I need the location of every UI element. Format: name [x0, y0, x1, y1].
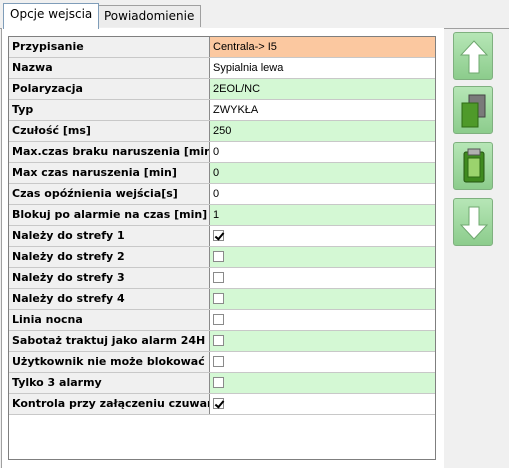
property-row[interactable]: Kontrola przy załączeniu czuwania — [9, 394, 435, 415]
property-checkbox-cell[interactable] — [210, 394, 435, 414]
property-label: Max.czas braku naruszenia [min] — [9, 142, 210, 162]
property-row[interactable]: Należy do strefy 1 — [9, 226, 435, 247]
checkbox[interactable] — [213, 377, 224, 388]
copy-icon — [461, 94, 486, 128]
property-checkbox-cell[interactable] — [210, 373, 435, 393]
property-row[interactable]: Tylko 3 alarmy — [9, 373, 435, 394]
property-checkbox-cell[interactable] — [210, 247, 435, 267]
property-label: Sabotaż traktuj jako alarm 24H — [9, 331, 210, 351]
property-row[interactable]: Polaryzacja 2EOL/NC — [9, 79, 435, 100]
tab-powiadomienie[interactable]: Powiadomienie — [97, 5, 202, 27]
property-label: Max czas naruszenia [min] — [9, 163, 210, 183]
property-label: Polaryzacja — [9, 79, 210, 99]
property-value[interactable]: 0 — [210, 163, 435, 183]
property-label: Typ — [9, 100, 210, 120]
property-checkbox-cell[interactable] — [210, 310, 435, 330]
checkbox[interactable] — [213, 356, 224, 367]
property-checkbox-cell[interactable] — [210, 289, 435, 309]
property-row[interactable]: Linia nocna — [9, 310, 435, 331]
property-value[interactable]: Sypialnia lewa — [210, 58, 435, 78]
property-row[interactable]: Należy do strefy 2 — [9, 247, 435, 268]
property-row[interactable]: Czas opóźnienia wejścia[s] 0 — [9, 184, 435, 205]
property-label: Należy do strefy 3 — [9, 268, 210, 288]
property-label: Nazwa — [9, 58, 210, 78]
property-value[interactable]: 2EOL/NC — [210, 79, 435, 99]
copy-button[interactable] — [453, 86, 493, 134]
arrow-up-icon — [459, 40, 489, 74]
property-label: Należy do strefy 1 — [9, 226, 210, 246]
paste-button[interactable] — [453, 142, 493, 190]
property-label: Użytkownik nie może blokować — [9, 352, 210, 372]
property-row[interactable]: Przypisanie Centrala-> I5 — [9, 37, 435, 58]
property-checkbox-cell[interactable] — [210, 331, 435, 351]
paste-icon — [463, 148, 485, 183]
property-grid: Przypisanie Centrala-> I5 Nazwa Sypialnia l… — [8, 36, 436, 460]
property-row[interactable]: Użytkownik nie może blokować — [9, 352, 435, 373]
property-label: Czułość [ms] — [9, 121, 210, 141]
property-value[interactable]: Centrala-> I5 — [210, 37, 435, 57]
tab-opcje-wejscia[interactable]: Opcje wejscia — [3, 3, 100, 29]
checkbox[interactable] — [213, 335, 224, 346]
property-label: Tylko 3 alarmy — [9, 373, 210, 393]
move-up-button[interactable] — [453, 32, 493, 80]
move-down-button[interactable] — [453, 198, 493, 246]
property-label: Czas opóźnienia wejścia[s] — [9, 184, 210, 204]
property-row[interactable]: Czułość [ms] 250 — [9, 121, 435, 142]
property-value[interactable]: 250 — [210, 121, 435, 141]
property-label: Kontrola przy załączeniu czuwania — [9, 394, 210, 414]
property-checkbox-cell[interactable] — [210, 226, 435, 246]
property-row[interactable]: Max.czas braku naruszenia [min] 0 — [9, 142, 435, 163]
property-checkbox-cell[interactable] — [210, 352, 435, 372]
property-value[interactable]: 1 — [210, 205, 435, 225]
checkbox[interactable] — [213, 314, 224, 325]
property-label: Blokuj po alarmie na czas [min] — [9, 205, 210, 225]
checkbox[interactable] — [213, 293, 224, 304]
checkbox[interactable] — [213, 230, 224, 241]
property-checkbox-cell[interactable] — [210, 268, 435, 288]
property-value[interactable]: 0 — [210, 184, 435, 204]
property-row[interactable]: Nazwa Sypialnia lewa — [9, 58, 435, 79]
property-row[interactable]: Należy do strefy 4 — [9, 289, 435, 310]
property-label: Należy do strefy 4 — [9, 289, 210, 309]
property-value[interactable]: ZWYKŁA — [210, 100, 435, 120]
property-value[interactable]: 0 — [210, 142, 435, 162]
checkbox[interactable] — [213, 251, 224, 262]
property-label: Należy do strefy 2 — [9, 247, 210, 267]
arrow-down-icon — [459, 206, 489, 240]
property-row[interactable]: Typ ZWYKŁA — [9, 100, 435, 121]
property-row[interactable]: Max czas naruszenia [min] 0 — [9, 163, 435, 184]
property-row[interactable]: Sabotaż traktuj jako alarm 24H — [9, 331, 435, 352]
property-row[interactable]: Należy do strefy 3 — [9, 268, 435, 289]
checkbox[interactable] — [213, 272, 224, 283]
property-label: Przypisanie — [9, 37, 210, 57]
property-row[interactable]: Blokuj po alarmie na czas [min] 1 — [9, 205, 435, 226]
tab-bar: Opcje wejscia Powiadomienie — [0, 0, 509, 29]
property-label: Linia nocna — [9, 310, 210, 330]
checkbox[interactable] — [213, 398, 224, 409]
